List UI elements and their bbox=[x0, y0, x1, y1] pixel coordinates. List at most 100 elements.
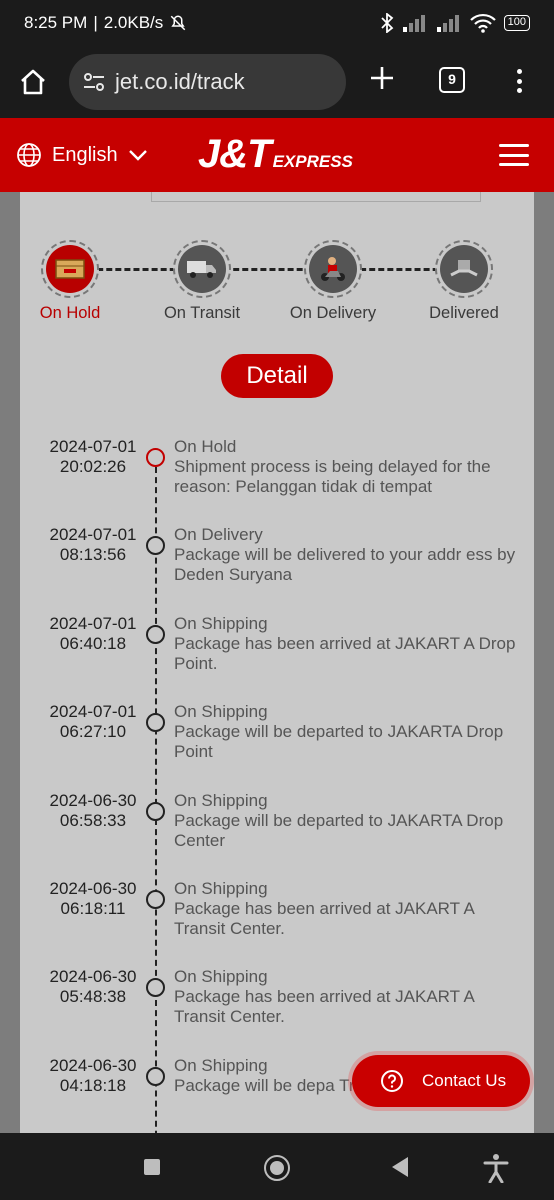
signal-icon bbox=[402, 15, 425, 32]
event-date: 2024-07-01 bbox=[49, 613, 137, 633]
browser-menu-button[interactable] bbox=[509, 66, 529, 96]
tracking-timeline: 2024-07-01 20:02:26 On Hold Shipment proce… bbox=[20, 437, 534, 1133]
hamburger-menu-icon[interactable] bbox=[499, 144, 529, 166]
page-content: On Hold On Transit On Delivery Delivered… bbox=[0, 192, 554, 1133]
event-date: 2024-06-30 bbox=[49, 878, 137, 898]
event-description: Package has been arrived at JAKART A Dro… bbox=[174, 633, 516, 673]
wifi-icon bbox=[469, 13, 496, 33]
event-date: 2024-06-30 bbox=[49, 967, 137, 987]
event-date: 2024-06-30 bbox=[49, 790, 137, 810]
event-datetime: 2024-06-30 06:58:33 bbox=[36, 791, 150, 831]
event-description: Package will be departed to JAKARTA Drop… bbox=[174, 810, 504, 850]
globe-icon bbox=[17, 143, 41, 167]
event-status: On Shipping bbox=[174, 878, 268, 898]
browser-home-button[interactable] bbox=[15, 64, 51, 100]
step-label: Delivered bbox=[429, 304, 499, 322]
status-steps: On Hold On Transit On Delivery Delivered bbox=[20, 240, 534, 330]
step-circle bbox=[173, 240, 231, 298]
event-status: On Shipping bbox=[174, 613, 268, 633]
status-network-speed: 2.0KB/s bbox=[103, 13, 164, 32]
event-datetime: 2024-07-01 20:02:26 bbox=[36, 437, 150, 477]
signal-icon-2 bbox=[436, 15, 459, 32]
timeline-event: 2024-06-30 05:48:38 On Shipping Package ha… bbox=[20, 967, 534, 1055]
event-status: On Hold bbox=[174, 437, 237, 456]
bluetooth-icon bbox=[381, 13, 393, 33]
timeline-event: 2024-07-01 08:13:56 On Delivery Package wi… bbox=[20, 525, 534, 613]
url-text: jet.co.id/track bbox=[115, 69, 245, 94]
home-button-icon[interactable] bbox=[264, 1155, 290, 1181]
timeline-dot bbox=[146, 889, 165, 909]
status-time: 8:25 PM bbox=[24, 13, 88, 32]
event-datetime: 2024-07-01 06:40:18 bbox=[36, 614, 150, 654]
timeline-dot bbox=[146, 713, 165, 733]
event-text: On Shipping Package has been arrived at J… bbox=[174, 614, 524, 674]
step-on-hold: On Hold bbox=[15, 240, 125, 323]
new-tab-button[interactable] bbox=[366, 64, 398, 96]
timeline-event: 2024-07-01 06:40:18 On Shipping Package ha… bbox=[20, 614, 534, 702]
status-separator: | bbox=[93, 13, 98, 32]
jt-express-logo[interactable]: J&T EXPRESS bbox=[198, 134, 353, 174]
event-datetime: 2024-06-30 06:18:11 bbox=[36, 879, 150, 919]
accessibility-icon[interactable] bbox=[483, 1153, 509, 1183]
event-time: 08:13:56 bbox=[59, 545, 127, 565]
step-circle bbox=[304, 240, 362, 298]
event-text: On Shipping Package will be departed to J… bbox=[174, 702, 524, 762]
event-date: 2024-07-01 bbox=[49, 702, 137, 722]
help-chat-icon bbox=[381, 1070, 403, 1092]
timeline-dot bbox=[146, 1066, 165, 1086]
home-icon bbox=[21, 69, 45, 95]
step-circle bbox=[41, 240, 99, 298]
event-time: 06:27:10 bbox=[59, 722, 127, 742]
back-button-icon[interactable] bbox=[392, 1157, 408, 1177]
language-label: English bbox=[52, 143, 118, 166]
event-time: 06:58:33 bbox=[59, 810, 127, 830]
event-datetime: 2024-06-30 05:48:38 bbox=[36, 967, 150, 1007]
event-date: 2024-07-01 bbox=[49, 525, 137, 545]
event-text: On Shipping Package has been arrived at J… bbox=[174, 879, 524, 939]
menu-dot-icon bbox=[516, 78, 522, 84]
status-bar: 8:25 PM | 2.0KB/s 100 bbox=[0, 0, 554, 46]
notifications-muted-icon bbox=[171, 15, 186, 31]
event-status: On Shipping bbox=[174, 790, 268, 810]
site-settings-icon[interactable] bbox=[81, 69, 107, 95]
event-text: On Delivery Package will be delivered to … bbox=[174, 525, 524, 585]
timeline-dot bbox=[146, 536, 165, 556]
event-text: On Shipping Package will be departed to J… bbox=[174, 791, 524, 851]
event-date: 2024-07-01 bbox=[49, 437, 137, 456]
event-description: Shipment process is being delayed for th… bbox=[174, 457, 491, 496]
event-status: On Shipping bbox=[174, 967, 268, 987]
timeline-event: 2024-07-01 20:02:26 On Hold Shipment proce… bbox=[20, 437, 534, 525]
event-text: On Hold Shipment process is being delayed… bbox=[174, 437, 524, 497]
timeline-dot bbox=[146, 448, 165, 467]
system-nav-bar bbox=[0, 1133, 554, 1200]
event-description: Package will be departed to JAKARTA Drop… bbox=[174, 722, 504, 762]
chevron-down-icon bbox=[128, 150, 147, 161]
tracking-card: On Hold On Transit On Delivery Delivered… bbox=[20, 192, 534, 1133]
event-text: On Shipping Package has been arrived at J… bbox=[174, 967, 524, 1027]
step-label: On Transit bbox=[163, 304, 241, 322]
language-selector[interactable]: English bbox=[16, 142, 148, 168]
recents-button-icon[interactable] bbox=[144, 1159, 160, 1175]
plus-icon bbox=[371, 67, 393, 89]
event-datetime: 2024-06-30 04:18:18 bbox=[36, 1056, 150, 1096]
timeline-dot bbox=[146, 624, 165, 644]
battery-icon: 100 bbox=[503, 15, 530, 31]
detail-button[interactable]: Detail bbox=[221, 354, 333, 398]
event-datetime: 2024-07-01 06:27:10 bbox=[36, 702, 150, 742]
step-label: On Hold bbox=[39, 304, 101, 322]
event-time: 06:40:18 bbox=[59, 633, 127, 653]
contact-us-label: Contact Us bbox=[422, 1071, 507, 1090]
tab-switcher-button[interactable]: 9 bbox=[439, 67, 465, 93]
step-on-delivery: On Delivery bbox=[278, 240, 388, 323]
step-label: On Delivery bbox=[289, 304, 377, 322]
event-time: 05:48:38 bbox=[59, 987, 127, 1007]
event-datetime: 2024-07-01 08:13:56 bbox=[36, 525, 150, 565]
event-description: Package has been arrived at JAKART A Tra… bbox=[174, 898, 474, 938]
package-icon bbox=[46, 245, 94, 293]
address-bar[interactable]: jet.co.id/track bbox=[69, 54, 346, 110]
step-delivered: Delivered bbox=[409, 240, 519, 323]
event-time: 04:18:18 bbox=[59, 1075, 127, 1095]
menu-dot-icon bbox=[516, 88, 522, 93]
contact-us-button[interactable]: Contact Us bbox=[352, 1055, 530, 1107]
event-status: On Shipping bbox=[174, 702, 268, 722]
